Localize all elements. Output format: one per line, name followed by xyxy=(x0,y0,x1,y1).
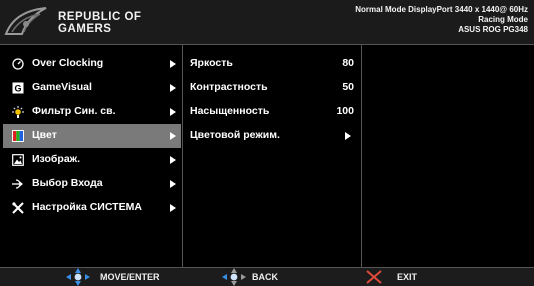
chevron-right-icon xyxy=(170,84,176,92)
color-palette-icon xyxy=(12,130,24,142)
status-mode-input-resolution: Normal Mode DisplayPort 3440 x 1440@ 60H… xyxy=(355,5,528,14)
chevron-right-icon xyxy=(170,60,176,68)
gamevisual-icon: G xyxy=(12,82,24,94)
brand-name: REPUBLIC OF GAMERS xyxy=(58,11,141,35)
menu-item-image[interactable]: Изображ. xyxy=(3,148,181,172)
submenu-item-value: 50 xyxy=(342,81,354,93)
rog-logo-icon xyxy=(4,7,47,35)
submenu-item-brightness[interactable]: Яркость 80 xyxy=(184,52,358,76)
svg-text:G: G xyxy=(14,84,21,94)
menu-item-label: Настройка СИСТЕМА xyxy=(32,201,142,213)
menu-item-gamevisual[interactable]: G GameVisual xyxy=(3,76,181,100)
back-label: BACK xyxy=(252,272,278,282)
monitor-osd: REPUBLIC OF GAMERS Normal Mode DisplayPo… xyxy=(0,0,534,286)
brand-line2: GAMERS xyxy=(58,23,112,35)
submenu: Яркость 80 Контрастность 50 Насыщенность… xyxy=(184,52,358,148)
menu-item-label: Over Clocking xyxy=(32,57,104,69)
submenu-item-label: Яркость xyxy=(190,57,233,69)
divider xyxy=(182,44,183,268)
submenu-item-label: Цветовой режим. xyxy=(190,129,280,141)
menu-item-blue-light-filter[interactable]: Фильтр Син. св. xyxy=(3,100,181,124)
close-icon xyxy=(366,270,382,284)
chevron-right-icon xyxy=(345,132,351,140)
menu-item-input-select[interactable]: Выбор Входа xyxy=(3,172,181,196)
submenu-item-value: 100 xyxy=(336,105,354,117)
chevron-right-icon xyxy=(170,204,176,212)
divider xyxy=(361,44,362,268)
joystick-directions-icon xyxy=(66,268,90,286)
osd-header: REPUBLIC OF GAMERS Normal Mode DisplayPo… xyxy=(0,0,534,44)
chevron-right-icon xyxy=(170,180,176,188)
chevron-right-icon xyxy=(170,108,176,116)
divider xyxy=(0,44,534,45)
submenu-item-color-mode[interactable]: Цветовой режим. xyxy=(184,124,358,148)
menu-item-label: Фильтр Син. св. xyxy=(32,105,116,117)
status-model: ASUS ROG PG348 xyxy=(458,25,528,34)
submenu-item-label: Контрастность xyxy=(190,81,268,93)
status-info: Normal Mode DisplayPort 3440 x 1440@ 60H… xyxy=(355,5,528,35)
submenu-item-label: Насыщенность xyxy=(190,105,270,117)
image-icon xyxy=(12,154,24,166)
submenu-item-value: 80 xyxy=(342,57,354,69)
menu-item-over-clocking[interactable]: Over Clocking xyxy=(3,52,181,76)
osd-footer: MOVE/ENTER BACK EXIT xyxy=(0,268,534,286)
status-gamevisual-mode: Racing Mode xyxy=(478,15,528,24)
input-icon xyxy=(12,179,23,189)
main-menu: Over Clocking G GameVisual Фильтр Син. с… xyxy=(3,52,181,220)
chevron-right-icon xyxy=(170,132,176,140)
submenu-item-contrast[interactable]: Контрастность 50 xyxy=(184,76,358,100)
move-enter-label: MOVE/ENTER xyxy=(100,272,160,282)
submenu-item-saturation[interactable]: Насыщенность 100 xyxy=(184,100,358,124)
menu-item-label: Цвет xyxy=(32,129,57,141)
exit-label: EXIT xyxy=(397,272,418,282)
bulb-icon xyxy=(12,106,24,118)
menu-item-label: Выбор Входа xyxy=(32,177,103,189)
chevron-right-icon xyxy=(170,156,176,164)
speedometer-icon xyxy=(12,58,24,70)
menu-item-label: Изображ. xyxy=(32,153,81,165)
joystick-back-icon xyxy=(222,268,246,286)
menu-item-label: GameVisual xyxy=(32,81,92,93)
brand-line1: REPUBLIC OF xyxy=(58,11,142,23)
menu-item-system-setup[interactable]: Настройка СИСТЕМА xyxy=(3,196,181,220)
tools-icon xyxy=(12,202,24,214)
menu-item-color[interactable]: Цвет xyxy=(3,124,181,148)
